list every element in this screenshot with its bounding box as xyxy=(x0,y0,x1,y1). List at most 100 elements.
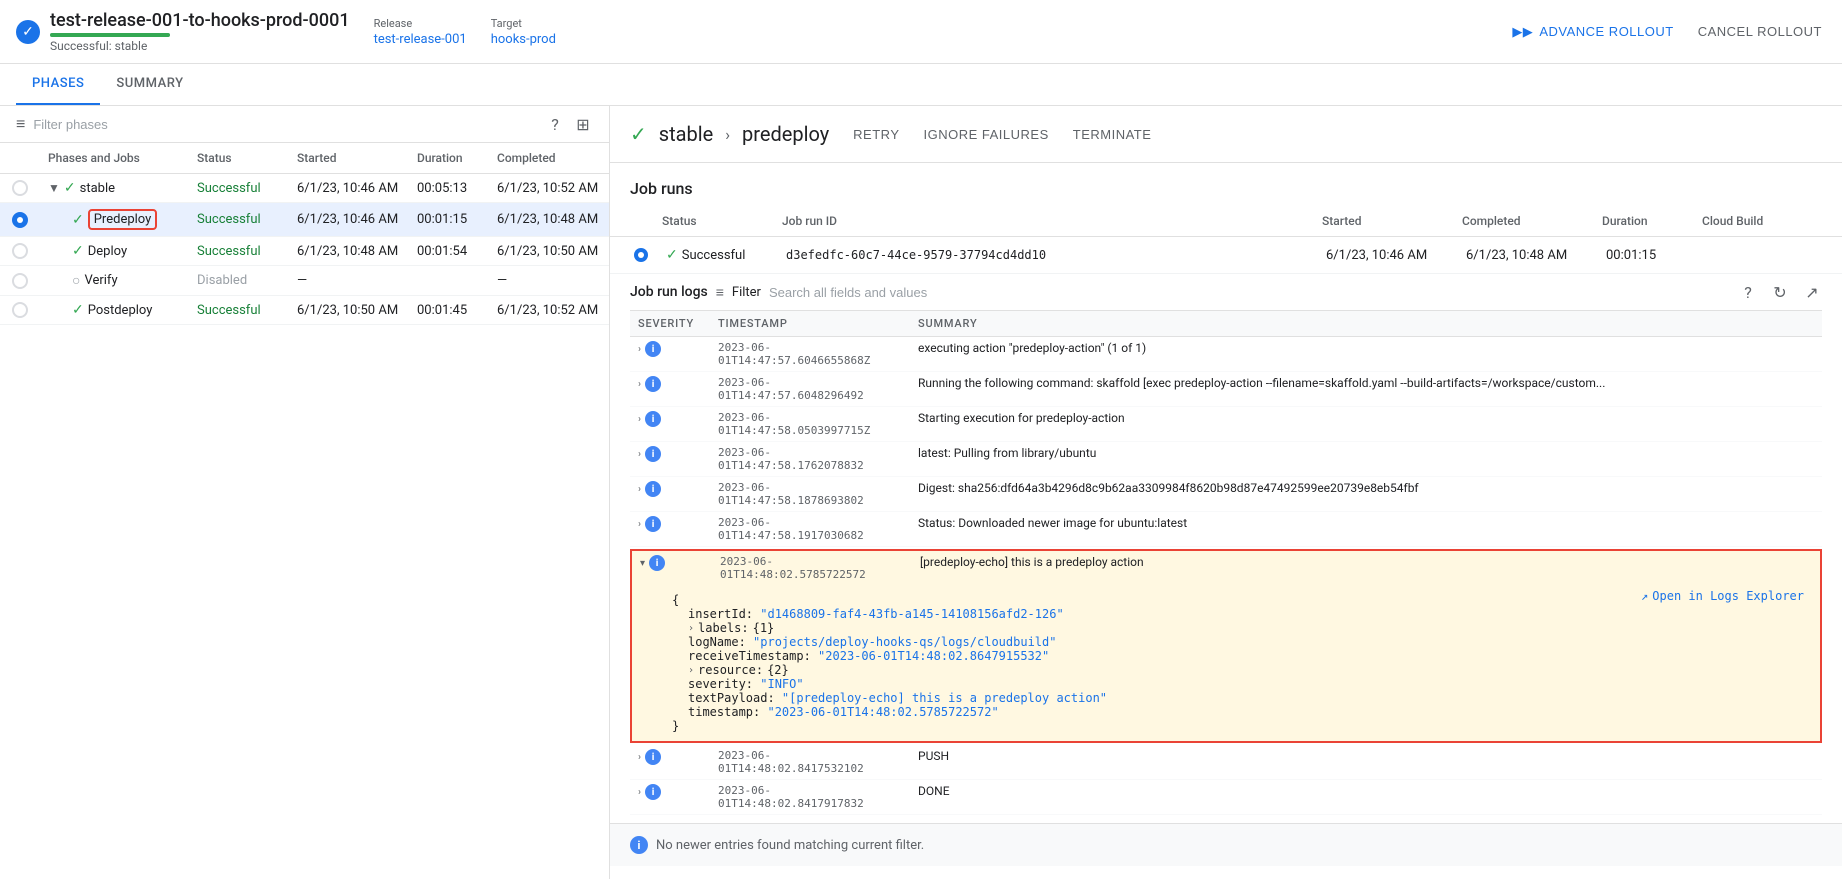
json-expand[interactable]: › xyxy=(688,623,694,634)
phase-name-cell: ▼ ✓ stable xyxy=(40,180,189,196)
log-expand-icon[interactable]: ▾ xyxy=(640,558,645,569)
log-severity: › i xyxy=(630,516,710,532)
log-expanded-detail: ↗ Open in Logs Explorer { insertId: "d14… xyxy=(632,585,1820,741)
logs-help-icon[interactable]: ? xyxy=(1738,282,1758,302)
logs-external-icon[interactable]: ↗ xyxy=(1802,282,1822,302)
json-expand[interactable]: › xyxy=(688,665,694,676)
header-actions: ▶▶ ADVANCE ROLLOUT CANCEL ROLLOUT xyxy=(1508,16,1826,48)
log-info-icon: i xyxy=(645,411,661,427)
filter-input[interactable] xyxy=(33,117,537,132)
release-status: Successful: stable xyxy=(50,39,350,53)
log-expand-icon[interactable]: › xyxy=(638,519,641,530)
logs-search-input[interactable] xyxy=(769,285,1730,300)
logs-filter-icon: ≡ xyxy=(716,284,724,301)
tabs-bar: PHASES SUMMARY xyxy=(0,64,1842,106)
log-timestamp: 2023-06-01T14:48:02.5785722572 xyxy=(712,555,912,581)
row-radio xyxy=(12,273,28,289)
row-indicator xyxy=(0,243,40,259)
logs-refresh-icon[interactable]: ↻ xyxy=(1770,282,1790,302)
job-check-icon: ✓ xyxy=(72,212,84,228)
log-expand-icon[interactable]: › xyxy=(638,752,641,763)
job-name-cell: ✓ Predeploy xyxy=(40,209,189,230)
columns-icon[interactable]: ⊞ xyxy=(573,114,593,134)
job-run-row[interactable]: ✓ Successful d3efedfc-60c7-44ce-9579-377… xyxy=(610,237,1842,274)
filter-label: Filter xyxy=(732,285,761,300)
log-timestamp: 2023-06-01T14:48:02.8417532102 xyxy=(710,749,910,775)
json-labels: › labels: {1} xyxy=(688,621,1812,635)
log-timestamp: 2023-06-01T14:47:58.1878693802 xyxy=(710,481,910,507)
help-icon[interactable]: ? xyxy=(545,114,565,134)
action-buttons: RETRY IGNORE FAILURES TERMINATE xyxy=(849,123,1155,146)
log-severity: › i xyxy=(630,481,710,497)
progress-bar xyxy=(50,33,170,37)
log-timestamp: 2023-06-01T14:48:02.8417917832 xyxy=(710,784,910,810)
log-row[interactable]: › i 2023-06-01T14:47:58.1917030682 Statu… xyxy=(630,512,1822,547)
log-row[interactable]: › i 2023-06-01T14:47:58.1878693802 Diges… xyxy=(630,477,1822,512)
log-severity: ▾ i xyxy=(632,555,712,571)
log-col-summary: SUMMARY xyxy=(910,317,1822,330)
expand-icon[interactable]: ▼ xyxy=(48,181,60,195)
job-name: ✓ Deploy xyxy=(72,243,181,259)
log-timestamp: 2023-06-01T14:47:57.6048296492 xyxy=(710,376,910,402)
job-name-bordered: Predeploy xyxy=(88,209,158,230)
col-started: Started xyxy=(289,151,409,165)
external-link-icon: ↗ xyxy=(1641,589,1648,603)
open-logs-explorer-link[interactable]: ↗ Open in Logs Explorer xyxy=(1641,589,1804,603)
log-expand-icon[interactable]: › xyxy=(638,484,641,495)
log-row[interactable]: › i 2023-06-01T14:47:58.1762078832 lates… xyxy=(630,442,1822,477)
log-timestamp: 2023-06-01T14:47:58.1762078832 xyxy=(710,446,910,472)
log-row[interactable]: › i 2023-06-01T14:47:58.0503997715Z Star… xyxy=(630,407,1822,442)
ignore-failures-button[interactable]: IGNORE FAILURES xyxy=(920,123,1053,146)
col-started: Started xyxy=(1322,214,1462,228)
release-link-wrap: test-release-001 xyxy=(374,32,467,47)
terminate-button[interactable]: TERMINATE xyxy=(1069,123,1156,146)
header: ✓ test-release-001-to-hooks-prod-0001 Su… xyxy=(0,0,1842,64)
col-duration: Duration xyxy=(409,151,489,165)
log-row[interactable]: › i 2023-06-01T14:48:02.8417532102 PUSH xyxy=(630,745,1822,780)
table-row[interactable]: ▼ ✓ stable Successful 6/1/23, 10:46 AM 0… xyxy=(0,174,609,203)
log-severity: › i xyxy=(630,411,710,427)
table-row[interactable]: ✓ Deploy Successful 6/1/23, 10:48 AM 00:… xyxy=(0,237,609,266)
retry-button[interactable]: RETRY xyxy=(849,123,903,146)
phase-check-icon: ✓ xyxy=(64,180,76,196)
job-run-started: 6/1/23, 10:46 AM xyxy=(1322,248,1462,263)
table-header: Phases and Jobs Status Started Duration … xyxy=(0,143,609,174)
json-close-brace: } xyxy=(672,719,1812,733)
log-row-expanded[interactable]: ▾ i 2023-06-01T14:48:02.5785722572 [pred… xyxy=(632,551,1820,585)
job-name: ○ Verify xyxy=(72,272,181,289)
row-indicator xyxy=(0,302,40,318)
json-severity: severity: "INFO" xyxy=(688,677,1812,691)
cancel-rollout-button[interactable]: CANCEL ROLLOUT xyxy=(1694,16,1826,47)
job-run-check: ✓ xyxy=(666,247,678,263)
job-circle-icon: ○ xyxy=(72,272,80,289)
col-status: Status xyxy=(189,151,289,165)
tab-phases[interactable]: PHASES xyxy=(16,64,100,105)
log-expand-icon[interactable]: › xyxy=(638,414,641,425)
log-expand-icon[interactable]: › xyxy=(638,379,641,390)
target-link[interactable]: hooks-prod xyxy=(491,32,556,47)
log-expand-icon[interactable]: › xyxy=(638,787,641,798)
advance-rollout-arrows: ▶▶ xyxy=(1512,24,1533,40)
job-check-icon: ✓ xyxy=(72,302,84,318)
advance-rollout-label: ADVANCE ROLLOUT xyxy=(1539,24,1673,39)
log-expand-icon[interactable]: › xyxy=(638,449,641,460)
log-row[interactable]: › i 2023-06-01T14:47:57.6046655868Z exec… xyxy=(630,337,1822,372)
log-row[interactable]: › i 2023-06-01T14:48:02.8417917832 DONE xyxy=(630,780,1822,815)
table-row[interactable]: ✓ Postdeploy Successful 6/1/23, 10:50 AM… xyxy=(0,296,609,325)
log-info-icon: i xyxy=(645,516,661,532)
release-meta: Release test-release-001 xyxy=(374,17,467,47)
log-row[interactable]: › i 2023-06-01T14:47:57.6048296492 Runni… xyxy=(630,372,1822,407)
job-run-status-inner: ✓ Successful xyxy=(666,247,778,263)
release-link[interactable]: test-release-001 xyxy=(374,32,467,47)
job-name-label: Postdeploy xyxy=(88,303,153,318)
log-summary: PUSH xyxy=(910,749,1822,763)
table-row[interactable]: ✓ Predeploy Successful 6/1/23, 10:46 AM … xyxy=(0,203,609,237)
log-expand-icon[interactable]: › xyxy=(638,344,641,355)
advance-rollout-button[interactable]: ▶▶ ADVANCE ROLLOUT xyxy=(1508,16,1677,48)
job-duration: 00:01:15 xyxy=(409,212,489,227)
job-status: Successful xyxy=(189,244,289,259)
table-row[interactable]: ○ Verify Disabled — — xyxy=(0,266,609,296)
tab-summary[interactable]: SUMMARY xyxy=(100,64,199,105)
phase-started: 6/1/23, 10:46 AM xyxy=(289,181,409,196)
left-panel: ≡ ? ⊞ Phases and Jobs Status Started Dur… xyxy=(0,106,610,879)
